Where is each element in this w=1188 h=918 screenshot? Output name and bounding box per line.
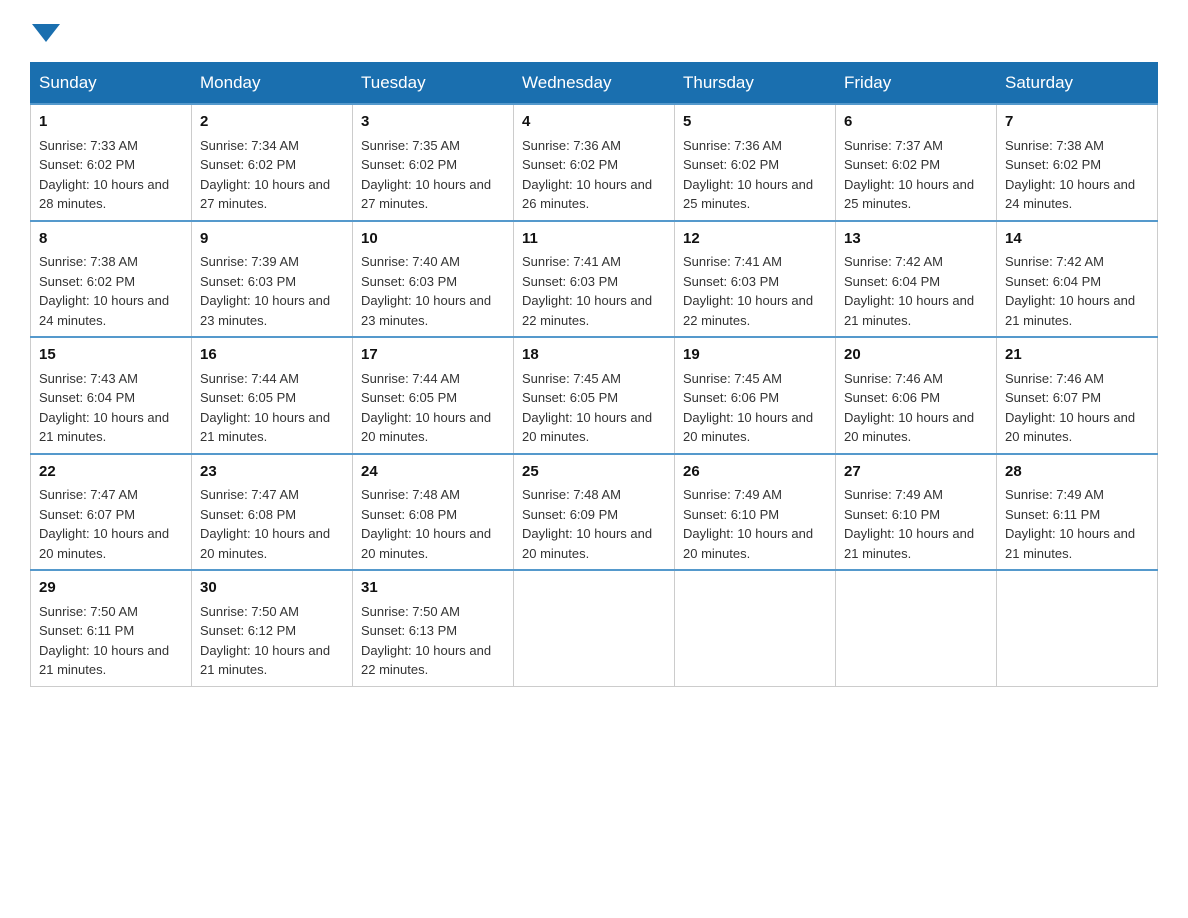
day-number: 18: [522, 344, 666, 367]
day-number: 7: [1005, 111, 1149, 134]
table-row: 24Sunrise: 7:48 AMSunset: 6:08 PMDayligh…: [353, 454, 514, 571]
calendar-week-row: 1Sunrise: 7:33 AMSunset: 6:02 PMDaylight…: [31, 104, 1158, 221]
day-number: 3: [361, 111, 505, 134]
table-row: 5Sunrise: 7:36 AMSunset: 6:02 PMDaylight…: [675, 104, 836, 221]
table-row: 3Sunrise: 7:35 AMSunset: 6:02 PMDaylight…: [353, 104, 514, 221]
day-number: 17: [361, 344, 505, 367]
day-number: 20: [844, 344, 988, 367]
calendar-week-row: 8Sunrise: 7:38 AMSunset: 6:02 PMDaylight…: [31, 221, 1158, 338]
header-thursday: Thursday: [675, 63, 836, 105]
header-friday: Friday: [836, 63, 997, 105]
table-row: 26Sunrise: 7:49 AMSunset: 6:10 PMDayligh…: [675, 454, 836, 571]
day-number: 6: [844, 111, 988, 134]
table-row: 20Sunrise: 7:46 AMSunset: 6:06 PMDayligh…: [836, 337, 997, 454]
header-saturday: Saturday: [997, 63, 1158, 105]
table-row: [997, 570, 1158, 686]
day-number: 13: [844, 228, 988, 251]
table-row: 9Sunrise: 7:39 AMSunset: 6:03 PMDaylight…: [192, 221, 353, 338]
table-row: 10Sunrise: 7:40 AMSunset: 6:03 PMDayligh…: [353, 221, 514, 338]
table-row: 18Sunrise: 7:45 AMSunset: 6:05 PMDayligh…: [514, 337, 675, 454]
page-header: [30, 20, 1158, 42]
table-row: 31Sunrise: 7:50 AMSunset: 6:13 PMDayligh…: [353, 570, 514, 686]
day-number: 12: [683, 228, 827, 251]
day-number: 1: [39, 111, 183, 134]
day-number: 22: [39, 461, 183, 484]
day-number: 25: [522, 461, 666, 484]
table-row: 8Sunrise: 7:38 AMSunset: 6:02 PMDaylight…: [31, 221, 192, 338]
logo: [30, 20, 60, 42]
header-wednesday: Wednesday: [514, 63, 675, 105]
day-number: 31: [361, 577, 505, 600]
table-row: 28Sunrise: 7:49 AMSunset: 6:11 PMDayligh…: [997, 454, 1158, 571]
table-row: [514, 570, 675, 686]
calendar-table: Sunday Monday Tuesday Wednesday Thursday…: [30, 62, 1158, 687]
day-number: 24: [361, 461, 505, 484]
table-row: 1Sunrise: 7:33 AMSunset: 6:02 PMDaylight…: [31, 104, 192, 221]
calendar-week-row: 29Sunrise: 7:50 AMSunset: 6:11 PMDayligh…: [31, 570, 1158, 686]
day-number: 27: [844, 461, 988, 484]
day-number: 5: [683, 111, 827, 134]
table-row: 13Sunrise: 7:42 AMSunset: 6:04 PMDayligh…: [836, 221, 997, 338]
day-number: 8: [39, 228, 183, 251]
calendar-week-row: 15Sunrise: 7:43 AMSunset: 6:04 PMDayligh…: [31, 337, 1158, 454]
header-tuesday: Tuesday: [353, 63, 514, 105]
table-row: 12Sunrise: 7:41 AMSunset: 6:03 PMDayligh…: [675, 221, 836, 338]
day-number: 15: [39, 344, 183, 367]
day-number: 19: [683, 344, 827, 367]
table-row: 22Sunrise: 7:47 AMSunset: 6:07 PMDayligh…: [31, 454, 192, 571]
header-monday: Monday: [192, 63, 353, 105]
table-row: 6Sunrise: 7:37 AMSunset: 6:02 PMDaylight…: [836, 104, 997, 221]
table-row: 16Sunrise: 7:44 AMSunset: 6:05 PMDayligh…: [192, 337, 353, 454]
table-row: 30Sunrise: 7:50 AMSunset: 6:12 PMDayligh…: [192, 570, 353, 686]
table-row: 27Sunrise: 7:49 AMSunset: 6:10 PMDayligh…: [836, 454, 997, 571]
day-number: 16: [200, 344, 344, 367]
table-row: 21Sunrise: 7:46 AMSunset: 6:07 PMDayligh…: [997, 337, 1158, 454]
day-number: 11: [522, 228, 666, 251]
logo-arrow-icon: [32, 24, 60, 42]
table-row: 19Sunrise: 7:45 AMSunset: 6:06 PMDayligh…: [675, 337, 836, 454]
calendar-week-row: 22Sunrise: 7:47 AMSunset: 6:07 PMDayligh…: [31, 454, 1158, 571]
day-number: 29: [39, 577, 183, 600]
day-number: 10: [361, 228, 505, 251]
day-number: 23: [200, 461, 344, 484]
table-row: 2Sunrise: 7:34 AMSunset: 6:02 PMDaylight…: [192, 104, 353, 221]
calendar-header-row: Sunday Monday Tuesday Wednesday Thursday…: [31, 63, 1158, 105]
table-row: [675, 570, 836, 686]
header-sunday: Sunday: [31, 63, 192, 105]
table-row: 11Sunrise: 7:41 AMSunset: 6:03 PMDayligh…: [514, 221, 675, 338]
table-row: 29Sunrise: 7:50 AMSunset: 6:11 PMDayligh…: [31, 570, 192, 686]
day-number: 9: [200, 228, 344, 251]
day-number: 14: [1005, 228, 1149, 251]
table-row: 4Sunrise: 7:36 AMSunset: 6:02 PMDaylight…: [514, 104, 675, 221]
table-row: [836, 570, 997, 686]
day-number: 2: [200, 111, 344, 134]
table-row: 14Sunrise: 7:42 AMSunset: 6:04 PMDayligh…: [997, 221, 1158, 338]
day-number: 26: [683, 461, 827, 484]
table-row: 17Sunrise: 7:44 AMSunset: 6:05 PMDayligh…: [353, 337, 514, 454]
table-row: 15Sunrise: 7:43 AMSunset: 6:04 PMDayligh…: [31, 337, 192, 454]
day-number: 30: [200, 577, 344, 600]
day-number: 21: [1005, 344, 1149, 367]
table-row: 23Sunrise: 7:47 AMSunset: 6:08 PMDayligh…: [192, 454, 353, 571]
day-number: 28: [1005, 461, 1149, 484]
table-row: 25Sunrise: 7:48 AMSunset: 6:09 PMDayligh…: [514, 454, 675, 571]
table-row: 7Sunrise: 7:38 AMSunset: 6:02 PMDaylight…: [997, 104, 1158, 221]
day-number: 4: [522, 111, 666, 134]
